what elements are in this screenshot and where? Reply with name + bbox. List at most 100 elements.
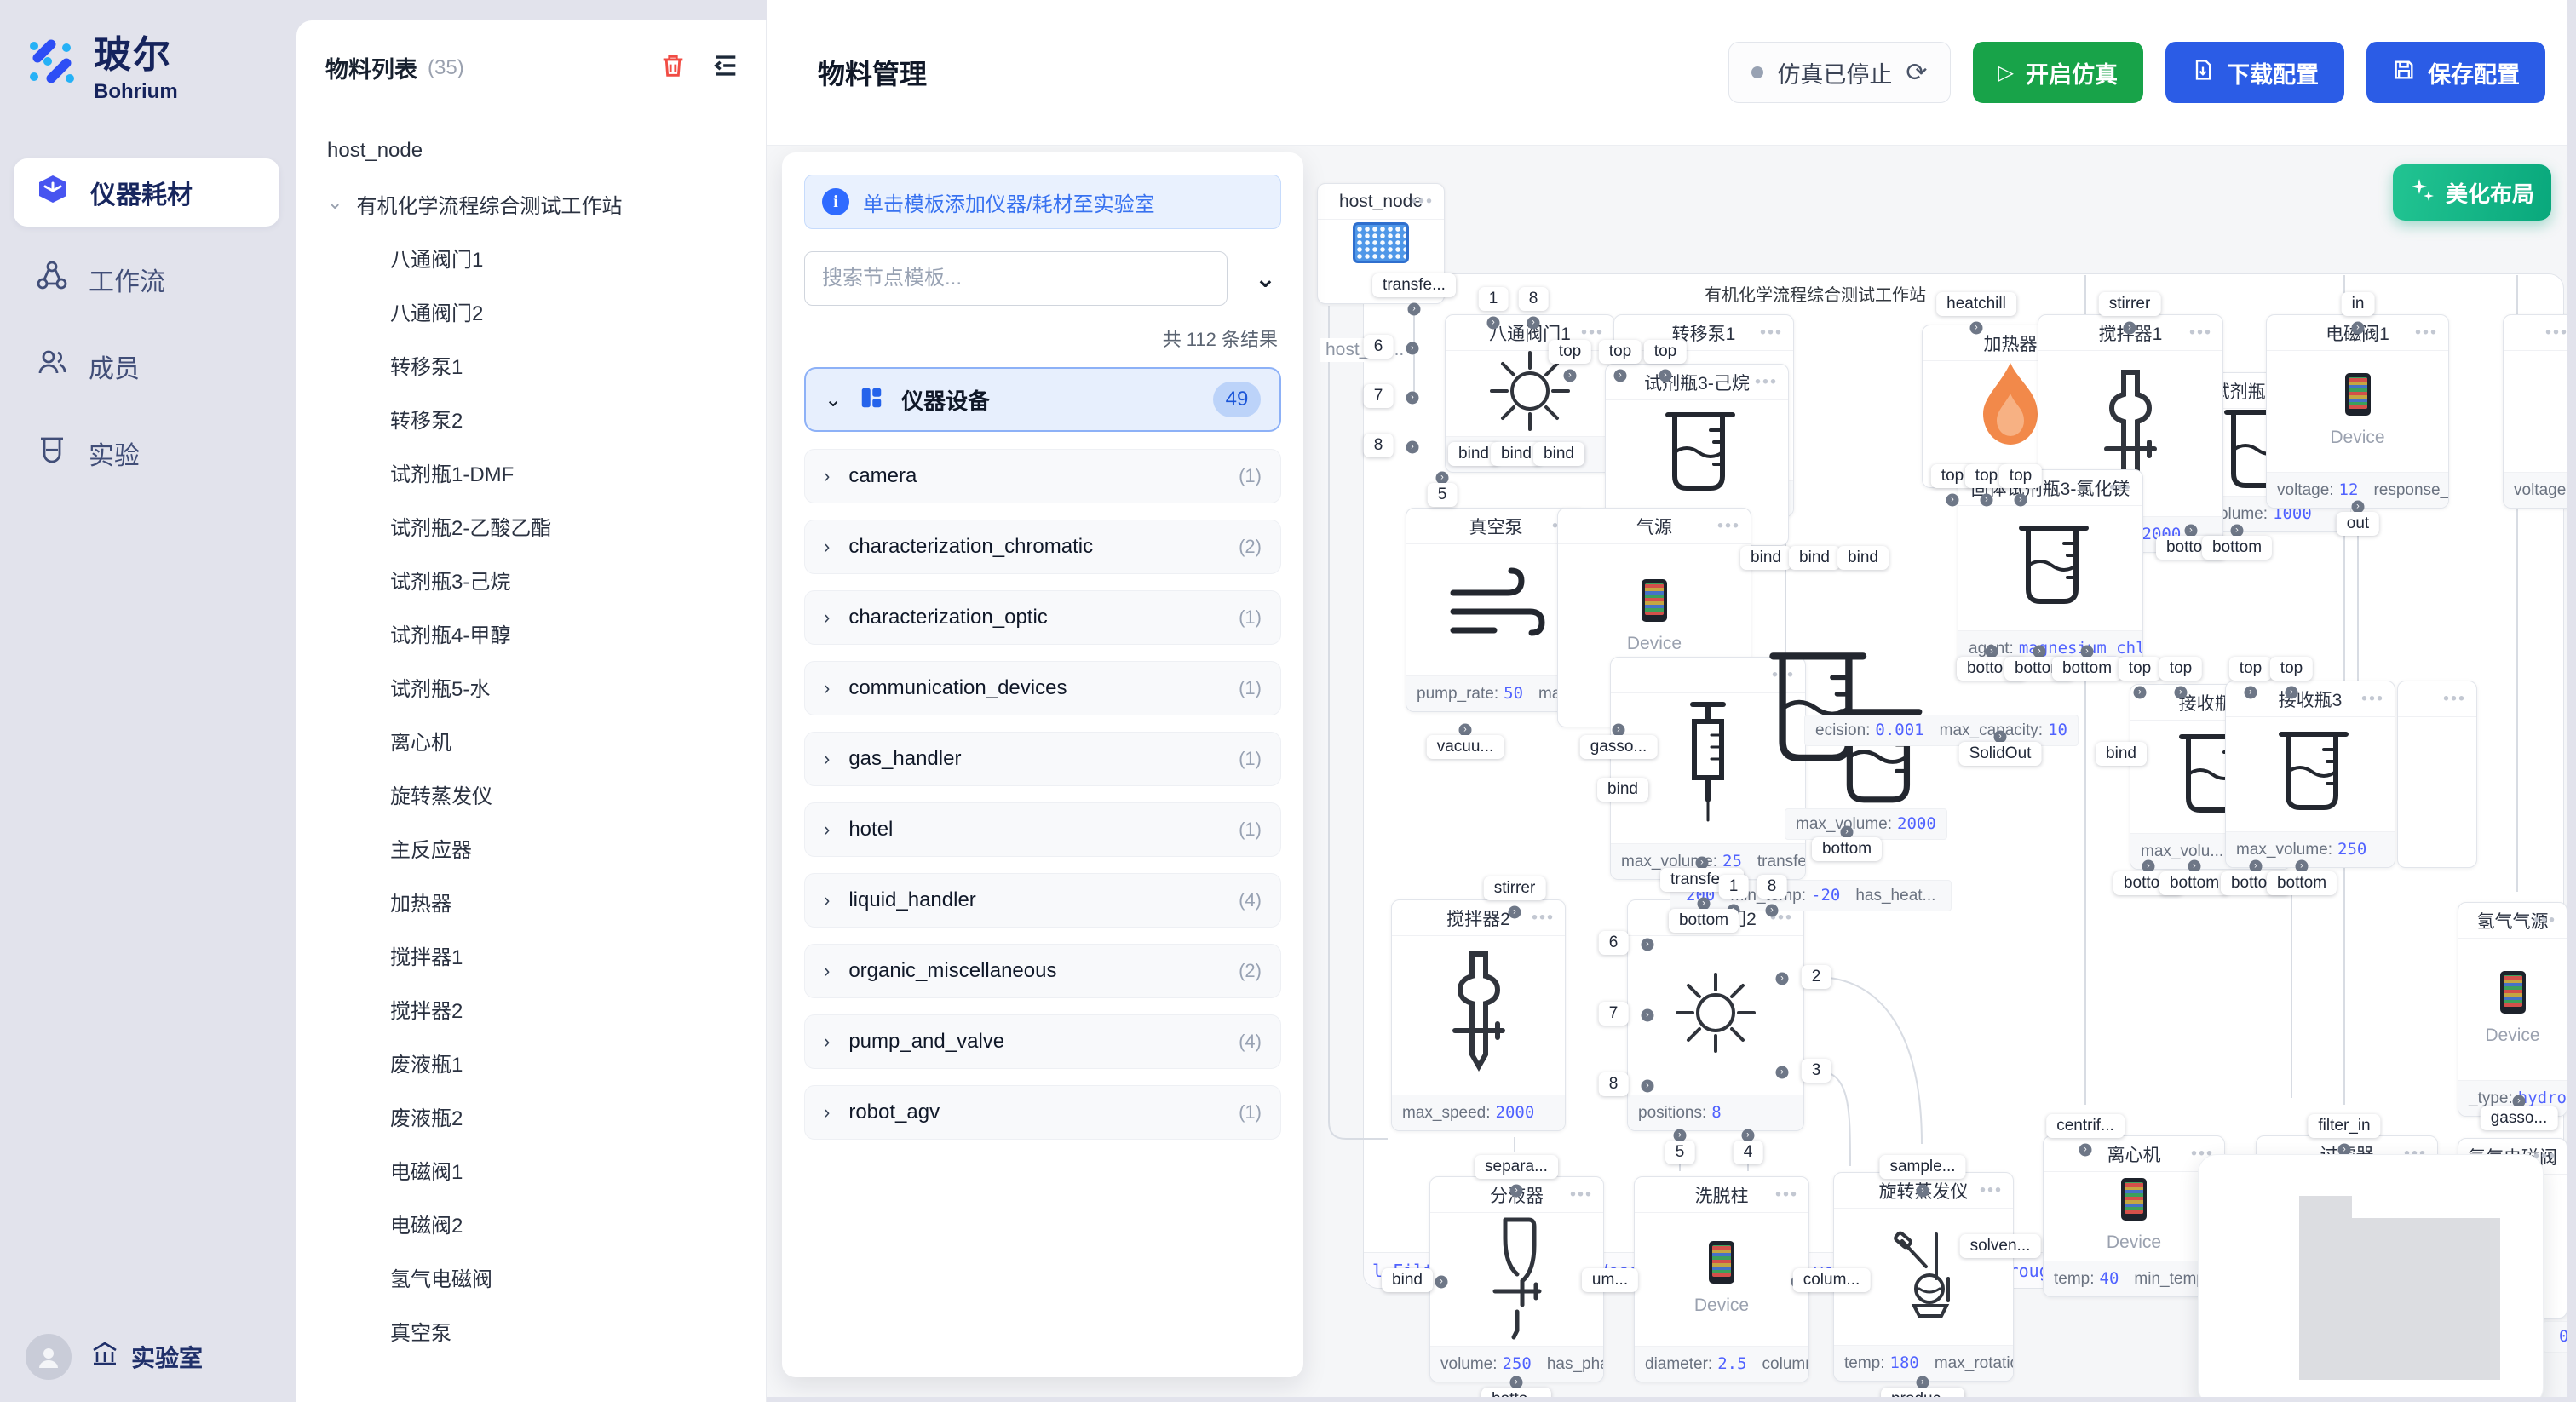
tree-item-host-node[interactable]: host_node <box>296 124 766 177</box>
port-label[interactable]: 8 <box>1364 434 1394 457</box>
port-handle-icon[interactable]: › <box>1408 303 1421 316</box>
port-label[interactable]: gasso... <box>2481 1106 2558 1130</box>
sidebar-item-1[interactable]: 仪器耗材 <box>14 158 279 227</box>
port-label[interactable]: bottom <box>1812 837 1882 861</box>
tree-item[interactable]: 废液瓶2 <box>296 1089 766 1143</box>
port-label[interactable]: top <box>1644 340 1687 364</box>
port-handle-icon[interactable]: › <box>1917 1185 1929 1198</box>
canvas-node-搅拌器2[interactable]: 搅拌器2•••max_speed:2000 <box>1391 899 1566 1131</box>
port-handle-icon[interactable]: › <box>1642 939 1654 951</box>
port-label[interactable]: 8 <box>1519 287 1549 311</box>
port-label[interactable]: top <box>2119 657 2161 681</box>
port-label[interactable]: 2 <box>1802 965 1831 989</box>
search-input[interactable] <box>804 251 1228 306</box>
port-label[interactable]: heatchill <box>1936 292 2016 316</box>
tree-item[interactable]: 试剂瓶3-己烷 <box>296 553 766 606</box>
port-label[interactable]: top <box>1549 340 1591 364</box>
port-label[interactable]: filter_in <box>2308 1114 2380 1138</box>
port-label[interactable]: bind <box>1789 546 1840 570</box>
port-handle-icon[interactable]: › <box>2015 494 2027 507</box>
node-menu-icon[interactable]: ••• <box>1980 1181 2003 1200</box>
port-handle-icon[interactable]: › <box>2245 687 2257 699</box>
node-menu-icon[interactable]: ••• <box>2361 689 2384 709</box>
template-category-communication_devices[interactable]: ›communication_devices(1) <box>804 661 1281 715</box>
tree-item[interactable]: 氢气电磁阀 <box>296 1250 766 1304</box>
port-label[interactable]: bottom <box>1669 909 1739 933</box>
port-handle-icon[interactable]: › <box>1659 370 1672 382</box>
node-menu-icon[interactable]: ••• <box>1411 192 1434 211</box>
template-category-organic_miscellaneous[interactable]: ›organic_miscellaneous(2) <box>804 944 1281 998</box>
port-label[interactable]: 5 <box>1665 1141 1695 1164</box>
tree-item[interactable]: 八通阀门2 <box>296 284 766 338</box>
port-handle-icon[interactable]: › <box>1435 1276 1448 1289</box>
port-handle-icon[interactable]: › <box>1510 1185 1523 1198</box>
port-label[interactable]: solven... <box>1960 1234 2041 1258</box>
node-menu-icon[interactable]: ••• <box>1755 372 1778 392</box>
canvas-node-接收瓶3[interactable]: 接收瓶3•••max_volume:250 <box>2225 681 2395 868</box>
tree-item[interactable]: 试剂瓶1-DMF <box>296 445 766 499</box>
port-label[interactable]: um... <box>1582 1268 1638 1292</box>
canvas-node[interactable]: •••voltage:12 <box>2503 314 2567 509</box>
port-label[interactable]: top <box>2229 657 2272 681</box>
port-handle-icon[interactable]: › <box>1487 317 1500 330</box>
node-menu-icon[interactable]: ••• <box>1760 323 1783 342</box>
port-label[interactable]: 8 <box>1757 875 1787 899</box>
port-label[interactable]: bottom <box>2267 871 2337 895</box>
tree-item[interactable]: 试剂瓶4-甲醇 <box>296 606 766 660</box>
port-handle-icon[interactable]: › <box>1527 317 1540 330</box>
template-category-liquid_handler[interactable]: ›liquid_handler(4) <box>804 873 1281 928</box>
save-config-button[interactable]: 保存配置 <box>2366 42 2545 103</box>
port-label[interactable]: bind <box>1597 778 1648 802</box>
port-label[interactable]: transfe... <box>1372 273 1456 297</box>
canvas-node-电磁阀1[interactable]: 电磁阀1•••Devicevoltage:12response_time:0.1 <box>2266 314 2449 509</box>
port-label[interactable]: bind <box>2096 742 2147 766</box>
node-menu-icon[interactable]: ••• <box>2545 323 2567 342</box>
tree-item[interactable]: 搅拌器1 <box>296 928 766 982</box>
sidebar-item-lab[interactable]: 实验室 <box>90 1340 203 1375</box>
node-menu-icon[interactable]: ••• <box>2109 478 2132 497</box>
port-label[interactable]: colum... <box>1793 1268 1871 1292</box>
port-label[interactable]: bind <box>1837 546 1889 570</box>
port-handle-icon[interactable]: › <box>2286 687 2298 699</box>
port-label[interactable]: SolidOut <box>1959 742 2042 766</box>
port-label[interactable]: 3 <box>1802 1059 1831 1083</box>
start-simulation-button[interactable]: ▷ 开启仿真 <box>1973 42 2143 103</box>
port-label[interactable]: vacuu... <box>1427 735 1504 759</box>
template-category-characterization_optic[interactable]: ›characterization_optic(1) <box>804 590 1281 645</box>
port-handle-icon[interactable]: › <box>1946 494 1959 507</box>
canvas-node-氢气气源[interactable]: 氢气气源•••Device_type:hydrogenmax_pre... <box>2458 902 2567 1117</box>
port-label[interactable]: 4 <box>1734 1141 1763 1164</box>
tree-item-workstation[interactable]: ⌄ 有机化学流程综合测试工作站 <box>296 177 766 231</box>
category-group-instruments[interactable]: ⌄ 仪器设备 49 <box>804 367 1281 432</box>
canvas-node-分液器[interactable]: 分液器•••volume:250has_phases:true <box>1429 1176 1604 1382</box>
node-menu-icon[interactable]: ••• <box>2443 689 2466 709</box>
tree-item[interactable]: 搅拌器2 <box>296 982 766 1036</box>
chevron-down-icon[interactable]: ⌄ <box>327 192 342 214</box>
template-category-gas_handler[interactable]: ›gas_handler(1) <box>804 732 1281 786</box>
tree-item[interactable]: 转移泵2 <box>296 392 766 445</box>
node-menu-icon[interactable]: ••• <box>2533 911 2556 930</box>
tree-item[interactable]: 电磁阀1 <box>296 1143 766 1197</box>
port-label[interactable]: botto... <box>1481 1388 1551 1397</box>
port-label[interactable]: stirrer <box>2099 292 2161 316</box>
port-label[interactable]: 8 <box>1599 1072 1629 1096</box>
port-handle-icon[interactable]: › <box>1406 392 1419 405</box>
tree-item[interactable]: 电磁阀2 <box>296 1197 766 1250</box>
canvas-node-洗脱柱[interactable]: 洗脱柱•••Devicediameter:2.5column_type:si <box>1634 1176 1809 1382</box>
port-label[interactable]: centrif... <box>2046 1114 2125 1138</box>
tree-item[interactable]: 旋转蒸发仪 <box>296 767 766 821</box>
tree-item[interactable]: 主反应器 <box>296 821 766 875</box>
delete-all-icon[interactable] <box>658 51 687 84</box>
template-category-characterization_chromatic[interactable]: ›characterization_chromatic(2) <box>804 520 1281 574</box>
port-label[interactable]: sample... <box>1879 1155 1965 1179</box>
canvas-node[interactable]: ••• <box>2397 681 2477 868</box>
port-label[interactable]: 7 <box>1599 1002 1629 1026</box>
tree-item[interactable]: 真空泵 <box>296 1304 766 1358</box>
tree-item[interactable]: 试剂瓶2-乙酸乙酯 <box>296 499 766 553</box>
port-handle-icon[interactable]: › <box>1406 441 1419 454</box>
sidebar-item-2[interactable]: 工作流 <box>14 245 279 313</box>
port-label[interactable]: bind <box>1740 546 1791 570</box>
node-menu-icon[interactable]: ••• <box>2189 323 2212 342</box>
port-handle-icon[interactable]: › <box>1564 370 1577 382</box>
port-label[interactable]: bind <box>1533 442 1584 466</box>
